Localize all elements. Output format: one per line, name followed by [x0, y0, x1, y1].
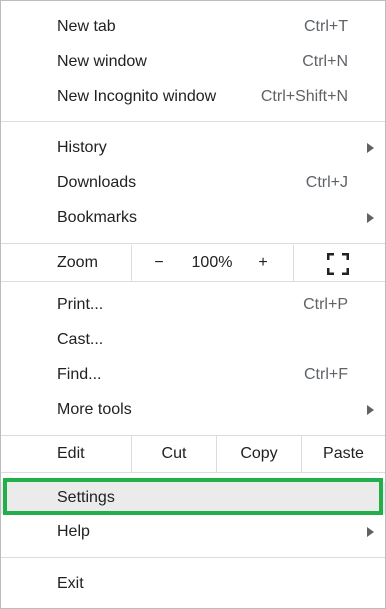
submenu-arrow-icon — [367, 527, 374, 537]
edit-row: Edit Cut Copy Paste — [1, 436, 385, 472]
menu-separator — [1, 121, 385, 122]
menu-separator — [1, 557, 385, 558]
edit-label: Edit — [57, 445, 85, 462]
bookmarks-label: Bookmarks — [57, 209, 138, 226]
menu-item-downloads[interactable]: Downloads Ctrl+J — [1, 167, 385, 199]
zoom-level: 100% — [191, 254, 233, 271]
downloads-label: Downloads — [57, 174, 137, 191]
new-window-label: New window — [57, 53, 147, 70]
zoom-label: Zoom — [57, 254, 98, 271]
browser-main-menu: New tab Ctrl+T New window Ctrl+N New Inc… — [0, 0, 386, 609]
submenu-arrow-icon — [367, 405, 374, 415]
cut-button[interactable]: Cut — [132, 436, 216, 472]
menu-item-help[interactable]: Help — [1, 516, 385, 548]
history-label: History — [57, 139, 107, 156]
zoom-out-button[interactable]: − — [141, 245, 177, 281]
find-shortcut: Ctrl+F — [304, 366, 348, 383]
zoom-divider — [293, 245, 294, 281]
menu-item-history[interactable]: History — [1, 132, 385, 164]
menu-item-new-window[interactable]: New window Ctrl+N — [1, 46, 385, 78]
menu-item-cast[interactable]: Cast... — [1, 324, 385, 356]
menu-item-new-incognito-window[interactable]: New Incognito window Ctrl+Shift+N — [1, 81, 385, 113]
cast-label: Cast... — [57, 331, 104, 348]
new-incognito-shortcut: Ctrl+Shift+N — [260, 88, 348, 105]
submenu-arrow-icon — [367, 143, 374, 153]
print-shortcut: Ctrl+P — [303, 296, 348, 313]
menu-separator — [1, 472, 385, 473]
menu-separator — [1, 243, 385, 244]
settings-highlight-box — [3, 478, 383, 515]
zoom-in-button[interactable]: + — [245, 245, 281, 281]
menu-item-bookmarks[interactable]: Bookmarks — [1, 202, 385, 234]
find-label: Find... — [57, 366, 102, 383]
copy-button[interactable]: Copy — [217, 436, 301, 472]
zoom-divider — [131, 245, 132, 281]
new-incognito-label: New Incognito window — [57, 88, 217, 105]
downloads-shortcut: Ctrl+J — [305, 174, 348, 191]
print-label: Print... — [57, 296, 104, 313]
menu-separator — [1, 281, 385, 282]
exit-label: Exit — [57, 575, 84, 592]
submenu-arrow-icon — [367, 213, 374, 223]
fullscreen-icon[interactable] — [327, 253, 349, 275]
menu-item-find[interactable]: Find... Ctrl+F — [1, 359, 385, 391]
new-tab-label: New tab — [57, 18, 116, 35]
menu-item-new-tab[interactable]: New tab Ctrl+T — [1, 11, 385, 43]
menu-item-exit[interactable]: Exit — [1, 568, 385, 600]
new-tab-shortcut: Ctrl+T — [304, 18, 348, 35]
help-label: Help — [57, 523, 90, 540]
menu-item-print[interactable]: Print... Ctrl+P — [1, 289, 385, 321]
menu-item-more-tools[interactable]: More tools — [1, 394, 385, 426]
new-window-shortcut: Ctrl+N — [302, 53, 348, 70]
paste-button[interactable]: Paste — [302, 436, 385, 472]
more-tools-label: More tools — [57, 401, 132, 418]
